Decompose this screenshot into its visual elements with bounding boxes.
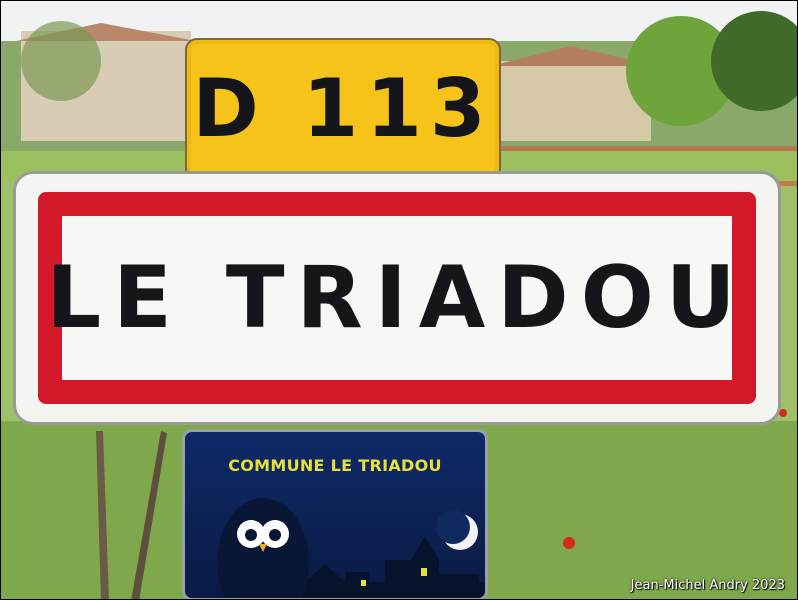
road-number: D 113 xyxy=(192,62,494,155)
photographer-credit: Jean-Michel Andry 2023 xyxy=(630,578,785,593)
commune-panel: COMMUNE LE TRIADOU xyxy=(182,429,488,599)
owl-icon xyxy=(217,498,309,598)
road-number-plate: D 113 xyxy=(185,38,501,180)
town-sign-red-border: LE TRIADOU xyxy=(38,192,756,404)
commune-title: COMMUNE LE TRIADOU xyxy=(228,456,442,475)
photo-frame: D 113 LE TRIADOU COMMUNE LE TRIADOU Jean… xyxy=(0,0,798,600)
moon-icon xyxy=(436,510,478,550)
town-name: LE TRIADOU xyxy=(46,248,748,348)
town-entry-sign: LE TRIADOU xyxy=(13,171,781,425)
